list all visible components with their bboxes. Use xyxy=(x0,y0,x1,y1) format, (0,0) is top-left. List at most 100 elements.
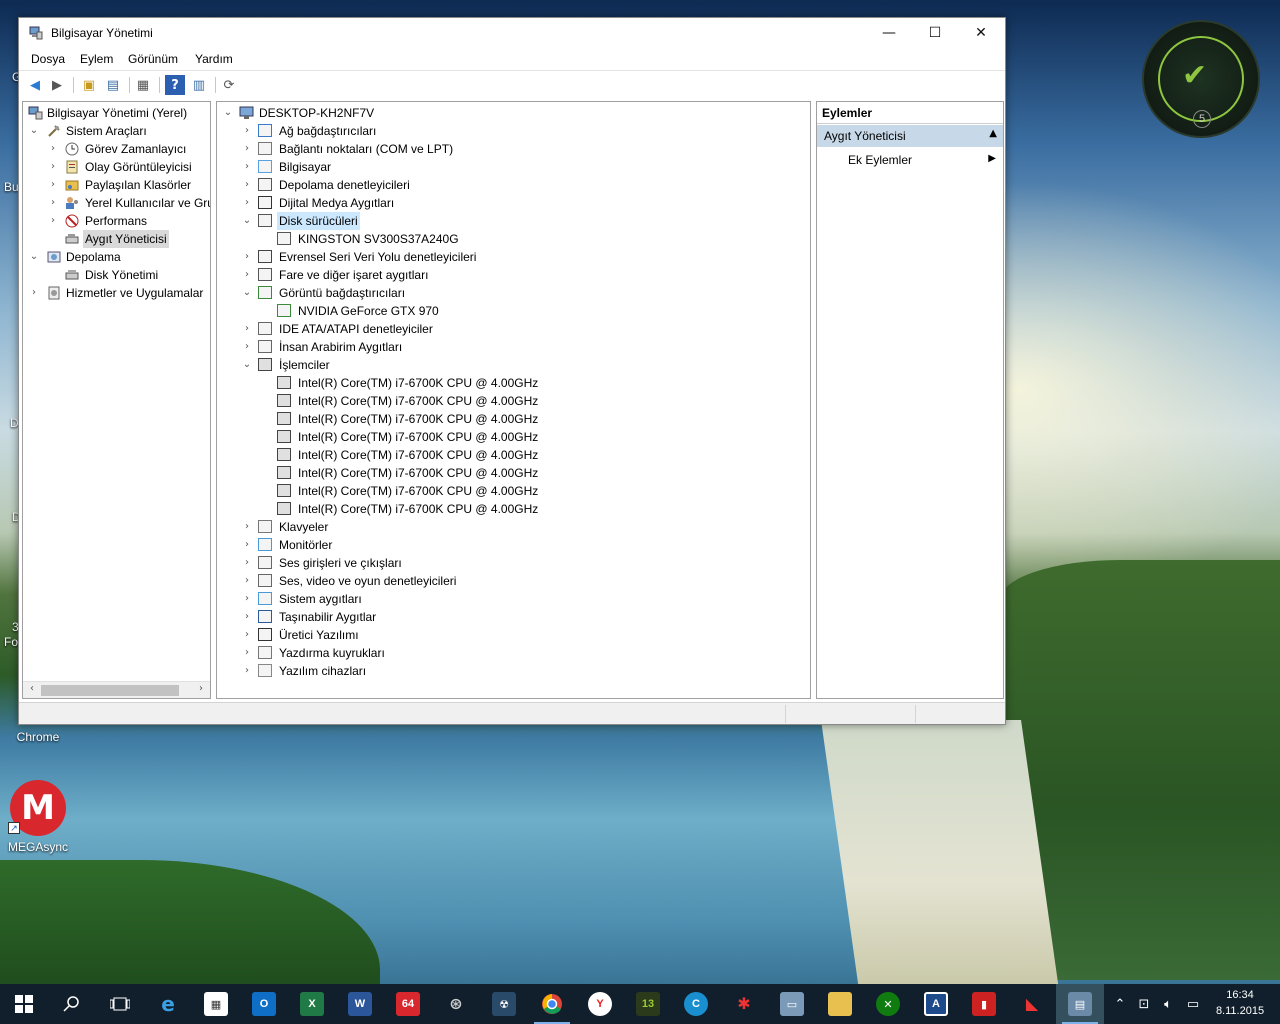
taskbar-excel[interactable]: X xyxy=(288,984,336,1024)
scrollbar-thumb[interactable] xyxy=(41,685,179,696)
chevron-right-icon[interactable]: › xyxy=(241,266,253,284)
tree-item-device-manager[interactable]: Aygıt Yöneticisi xyxy=(23,230,208,248)
taskbar-word[interactable]: W xyxy=(336,984,384,1024)
chevron-right-icon[interactable]: › xyxy=(241,518,253,536)
chevron-right-icon[interactable]: › xyxy=(47,194,59,212)
chevron-right-icon[interactable]: › xyxy=(47,176,59,194)
ide-controller-icon xyxy=(258,322,272,335)
volume-icon[interactable]: 🔈︎ xyxy=(1158,984,1178,1024)
tree-item-performance[interactable]: › Performans xyxy=(23,212,208,230)
chevron-right-icon[interactable]: › xyxy=(241,536,253,554)
chevron-right-icon[interactable]: › xyxy=(47,140,59,158)
action-pane-icon[interactable]: ▥ xyxy=(189,75,209,95)
menu-yardim[interactable]: Yardım xyxy=(195,52,233,66)
chevron-down-icon[interactable]: ⌄ xyxy=(28,122,40,140)
taskbar-computer-management[interactable]: ▤ xyxy=(1056,984,1104,1024)
chevron-down-icon[interactable]: ⌄ xyxy=(241,212,253,230)
chevron-right-icon[interactable]: › xyxy=(241,248,253,266)
minimize-button[interactable]: — xyxy=(866,18,912,48)
forward-arrow-icon[interactable]: ▶ xyxy=(47,75,67,95)
chevron-right-icon[interactable]: › xyxy=(28,284,40,302)
desktop-icon-megasync[interactable]: MEGAsync xyxy=(0,840,76,854)
chevron-right-icon[interactable]: › xyxy=(241,320,253,338)
show-hide-tree-icon[interactable]: ▤ xyxy=(103,75,123,95)
chevron-right-icon[interactable]: › xyxy=(241,590,253,608)
scroll-left-icon[interactable]: ‹ xyxy=(24,683,40,694)
taskbar-app-a[interactable]: A xyxy=(912,984,960,1024)
menu-eylem[interactable]: Eylem xyxy=(80,52,113,66)
chevron-right-icon[interactable]: › xyxy=(241,122,253,140)
close-button[interactable]: ✕ xyxy=(958,18,1004,48)
taskbar-app-ccleaner2[interactable]: ◣ xyxy=(1008,984,1056,1024)
search-button[interactable] xyxy=(48,984,96,1024)
start-button[interactable] xyxy=(0,984,48,1024)
up-folder-icon[interactable]: ▣ xyxy=(79,75,99,95)
taskbar-xbox[interactable]: ✕ xyxy=(864,984,912,1024)
taskbar-app-13[interactable]: 13 xyxy=(624,984,672,1024)
taskbar-yandex[interactable]: Y xyxy=(576,984,624,1024)
taskbar-app-remote[interactable]: ▭ xyxy=(768,984,816,1024)
tree-item-root[interactable]: Bilgisayar Yönetimi (Yerel) xyxy=(23,104,208,122)
taskbar-app-paint[interactable]: ✱ xyxy=(720,984,768,1024)
chevron-right-icon[interactable]: › xyxy=(241,554,253,572)
more-actions-item[interactable]: Ek Eylemler ▶ xyxy=(817,150,1003,170)
chevron-right-icon[interactable]: › xyxy=(241,608,253,626)
chevron-right-icon[interactable]: › xyxy=(47,158,59,176)
menu-gorunum[interactable]: Görünüm xyxy=(128,52,178,66)
device-label: Bağlantı noktaları (COM ve LPT) xyxy=(279,142,454,156)
actions-group-device-manager[interactable]: Aygıt Yöneticisi ▲ xyxy=(817,125,1003,147)
taskbar-file-explorer[interactable] xyxy=(816,984,864,1024)
tree-item-local-users[interactable]: › Yerel Kullanıcılar ve Gru xyxy=(23,194,210,212)
tree-item-system-tools[interactable]: ⌄ Sistem Araçları xyxy=(23,122,208,140)
port-icon xyxy=(258,142,272,155)
title-bar[interactable]: Bilgisayar Yönetimi — ☐ ✕ xyxy=(19,18,1005,48)
wallpaper-hill-left xyxy=(0,860,380,990)
chevron-right-icon[interactable]: › xyxy=(241,194,253,212)
scan-hardware-icon[interactable]: ⟳ xyxy=(219,75,239,95)
taskbar-ccleaner[interactable]: C xyxy=(672,984,720,1024)
chevron-down-icon[interactable]: ⌄ xyxy=(28,248,40,266)
security-widget[interactable]: ✔ 5 xyxy=(1142,20,1260,138)
tree-item-storage[interactable]: ⌄ Depolama xyxy=(23,248,208,266)
scroll-right-icon[interactable]: › xyxy=(193,683,209,694)
taskbar-app-red[interactable]: ▮ xyxy=(960,984,1008,1024)
chevron-right-icon[interactable]: › xyxy=(241,626,253,644)
chevron-right-icon[interactable]: › xyxy=(241,572,253,590)
chevron-down-icon[interactable]: ⌄ xyxy=(241,356,253,374)
properties-icon[interactable]: ▦ xyxy=(133,75,153,95)
help-icon[interactable]: ? xyxy=(165,75,185,95)
tree-item-shared-folders[interactable]: › Paylaşılan Klasörler xyxy=(23,176,208,194)
back-arrow-icon[interactable]: ◀ xyxy=(25,75,45,95)
desktop-icon-chrome[interactable]: Chrome xyxy=(6,730,70,744)
taskbar-store[interactable]: ▦ xyxy=(192,984,240,1024)
tree-item-disk-management[interactable]: Disk Yönetimi xyxy=(23,266,208,284)
taskbar-edge[interactable]: e xyxy=(144,984,192,1024)
clock[interactable]: 16:34 8.11.2015 xyxy=(1210,987,1270,1019)
task-view-button[interactable] xyxy=(96,984,144,1024)
taskbar-outlook[interactable]: O xyxy=(240,984,288,1024)
chevron-down-icon[interactable]: ⌄ xyxy=(241,284,253,302)
chevron-right-icon[interactable]: › xyxy=(241,644,253,662)
maximize-button[interactable]: ☐ xyxy=(912,18,958,48)
show-hidden-icons-icon[interactable]: ⌃ xyxy=(1110,984,1130,1024)
taskbar-app-cpuid[interactable]: ☢ xyxy=(480,984,528,1024)
collapse-up-icon[interactable]: ▲ xyxy=(989,128,997,139)
taskbar-aida64[interactable]: 64 xyxy=(384,984,432,1024)
taskbar-chrome[interactable] xyxy=(528,984,576,1024)
tree-item-event-viewer[interactable]: › Olay Görüntüleyicisi xyxy=(23,158,208,176)
chevron-right-icon[interactable]: › xyxy=(241,176,253,194)
tree-item-task-scheduler[interactable]: › Görev Zamanlayıcı xyxy=(23,140,208,158)
chevron-right-icon[interactable]: › xyxy=(241,158,253,176)
menu-dosya[interactable]: Dosya xyxy=(31,52,65,66)
chevron-right-icon[interactable]: › xyxy=(241,662,253,680)
horizontal-scrollbar[interactable]: ‹ › xyxy=(23,681,210,698)
notifications-icon[interactable]: ▭ xyxy=(1182,984,1204,1024)
tree-item-services[interactable]: › Hizmetler ve Uygulamalar xyxy=(23,284,208,302)
chevron-right-icon[interactable]: › xyxy=(241,338,253,356)
chevron-right-icon[interactable]: › xyxy=(241,140,253,158)
chevron-right-icon[interactable]: › xyxy=(47,212,59,230)
taskbar-app-satellite[interactable]: ⊛ xyxy=(432,984,480,1024)
network-icon[interactable]: ⊡ xyxy=(1134,984,1154,1024)
chevron-down-icon[interactable]: ⌄ xyxy=(222,104,234,122)
yandex-icon: Y xyxy=(588,992,612,1016)
